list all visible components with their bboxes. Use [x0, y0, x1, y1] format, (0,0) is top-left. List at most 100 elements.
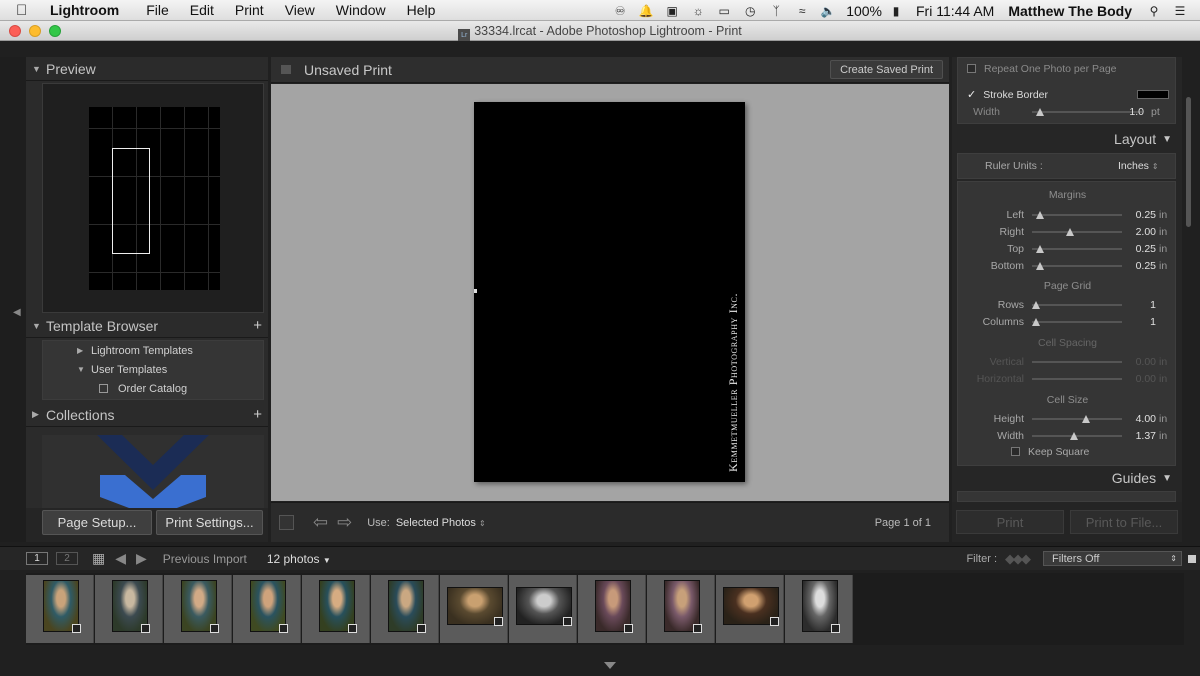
airplay-icon[interactable]: ▭ [716, 4, 732, 18]
print-page[interactable]: Kemmetmueller Photography Inc. [474, 102, 745, 482]
preview-header[interactable]: ▼ Preview [26, 57, 268, 81]
page_grid-slider[interactable] [1032, 300, 1122, 309]
expand-triangle-icon[interactable]: ▼ [1162, 134, 1172, 145]
cell_size-value[interactable]: 1.37 [1122, 430, 1156, 442]
slider-thumb[interactable] [1066, 227, 1075, 236]
filmstrip-thumbnail[interactable] [302, 575, 370, 643]
right-panel-scrollbar[interactable] [1184, 57, 1200, 542]
margins-slider[interactable] [1032, 210, 1122, 219]
notification-icon[interactable]: 🔔 [638, 4, 654, 18]
print-settings-button[interactable]: Print Settings... [156, 510, 263, 535]
forward-arrow-icon[interactable]: ▶ [136, 550, 147, 567]
ruler-units-select[interactable]: Inches ⇕ [1118, 160, 1159, 172]
slider-thumb[interactable] [1032, 300, 1040, 309]
photo-count-menu[interactable]: 12 photos ▼ [267, 552, 331, 566]
slider-thumb[interactable] [1081, 414, 1090, 423]
slider-thumb[interactable] [1032, 317, 1040, 326]
filmstrip-thumbnail[interactable] [578, 575, 646, 643]
menu-view[interactable]: View [285, 2, 315, 18]
primary-screen-button[interactable]: 1 [26, 552, 48, 565]
scrollbar-thumb[interactable] [1186, 97, 1191, 227]
filmstrip-thumbnail[interactable] [164, 575, 232, 643]
filmstrip-thumbnail[interactable] [440, 575, 508, 643]
margins-slider[interactable] [1032, 244, 1122, 253]
margins-value[interactable]: 0.25 [1122, 260, 1156, 272]
page-setup-button[interactable]: Page Setup... [42, 510, 152, 535]
slider-thumb[interactable] [1036, 210, 1045, 219]
filmstrip-thumbnail[interactable] [509, 575, 577, 643]
apple-icon[interactable]:  [16, 2, 34, 19]
slider-thumb[interactable] [1036, 108, 1044, 116]
menu-help[interactable]: Help [407, 2, 436, 18]
battery-icon[interactable]: ▮ [886, 4, 906, 18]
slider-thumb[interactable] [1036, 244, 1045, 253]
template-folder-lightroom[interactable]: ▶ Lightroom Templates [43, 341, 263, 360]
margins-value[interactable]: 0.25 [1122, 209, 1156, 221]
collections-header[interactable]: ▶ Collections + [26, 403, 268, 427]
show-filmstrip-icon[interactable] [604, 662, 616, 669]
print-button[interactable]: Print [956, 510, 1064, 534]
guides-header[interactable]: Guides ▼ [952, 466, 1182, 490]
checkmark-icon[interactable]: ✓ [967, 88, 976, 101]
keep-square-checkbox[interactable] [1011, 447, 1020, 456]
filmstrip-thumbnail[interactable] [716, 575, 784, 643]
collapsed-triangle-icon[interactable]: ▶ [32, 409, 46, 420]
filmstrip-thumbnail[interactable] [26, 575, 94, 643]
screen-share-icon[interactable]: ▣ [664, 4, 680, 18]
creative-cloud-icon[interactable]: ♾ [612, 4, 628, 18]
margins-slider[interactable] [1032, 261, 1122, 270]
filmstrip-thumbnail[interactable] [233, 575, 301, 643]
filmstrip-thumbnail[interactable] [647, 575, 715, 643]
menu-edit[interactable]: Edit [190, 2, 214, 18]
expand-triangle-icon[interactable]: ▼ [32, 64, 46, 74]
menu-print[interactable]: Print [235, 2, 264, 18]
stop-button[interactable] [279, 515, 294, 530]
wifi-icon[interactable]: ≈ [794, 4, 810, 18]
secondary-screen-button[interactable]: 2 [56, 552, 78, 565]
brightness-icon[interactable]: ☼ [690, 4, 706, 18]
filmstrip-thumbnail[interactable] [95, 575, 163, 643]
layout-header[interactable]: Layout ▼ [952, 127, 1182, 151]
back-arrow-icon[interactable]: ◀ [115, 550, 126, 567]
print-to-file-button[interactable]: Print to File... [1070, 510, 1178, 534]
page_grid-slider[interactable] [1032, 317, 1122, 326]
filmstrip-thumbnail[interactable] [371, 575, 439, 643]
repeat-photo-row[interactable]: Repeat One Photo per Page [958, 60, 1177, 77]
time-machine-icon[interactable]: ◷ [742, 4, 758, 18]
repeat-photo-checkbox[interactable] [967, 64, 976, 73]
previous-page-icon[interactable]: ⇦ [313, 512, 328, 533]
cell_size-value[interactable]: 4.00 [1122, 413, 1156, 425]
notification-center-icon[interactable]: ☰ [1172, 4, 1188, 18]
page_grid-value[interactable]: 1 [1122, 299, 1156, 311]
add-template-icon[interactable]: + [253, 317, 262, 334]
left-panel-edge[interactable]: ◀ [0, 57, 26, 542]
margins-value[interactable]: 0.25 [1122, 243, 1156, 255]
spotlight-search-icon[interactable]: ⚲ [1146, 4, 1162, 18]
page_grid-value[interactable]: 1 [1122, 316, 1156, 328]
template-browser-header[interactable]: ▼ Template Browser + [26, 314, 268, 338]
collapse-left-icon[interactable]: ◀ [13, 307, 21, 318]
cell_size-slider[interactable] [1032, 414, 1122, 423]
cell-edge-marker[interactable] [474, 289, 477, 293]
user-name[interactable]: Matthew The Body [1008, 3, 1132, 19]
template-order-catalog[interactable]: Order Catalog [43, 379, 263, 398]
slider-thumb[interactable] [1036, 261, 1045, 270]
battery-percent[interactable]: 100% [846, 3, 882, 19]
create-saved-print-button[interactable]: Create Saved Print [830, 60, 943, 79]
use-select[interactable]: Selected Photos ⇕ [396, 517, 486, 529]
identity-plate[interactable]: Kemmetmueller Photography Inc. [726, 293, 741, 472]
keep-square-row[interactable]: Keep Square [958, 443, 1177, 460]
clock[interactable]: Fri 11:44 AM [916, 3, 994, 19]
margins-value[interactable]: 2.00 [1122, 226, 1156, 238]
collapsed-triangle-icon[interactable]: ▶ [77, 346, 91, 355]
stroke-color-swatch[interactable] [1137, 90, 1169, 99]
stroke-width-value[interactable]: 1.0 [1114, 106, 1144, 118]
next-page-icon[interactable]: ⇨ [337, 512, 352, 533]
add-collection-icon[interactable]: + [253, 406, 262, 423]
stroke-border-row[interactable]: ✓ Stroke Border [958, 86, 1177, 103]
margins-slider[interactable] [1032, 227, 1122, 236]
expand-triangle-icon[interactable]: ▼ [1162, 473, 1172, 484]
cell_size-slider[interactable] [1032, 431, 1122, 440]
flag-filter-icons[interactable]: ◆◆◆ [1005, 551, 1031, 567]
expand-triangle-icon[interactable]: ▼ [77, 365, 91, 374]
